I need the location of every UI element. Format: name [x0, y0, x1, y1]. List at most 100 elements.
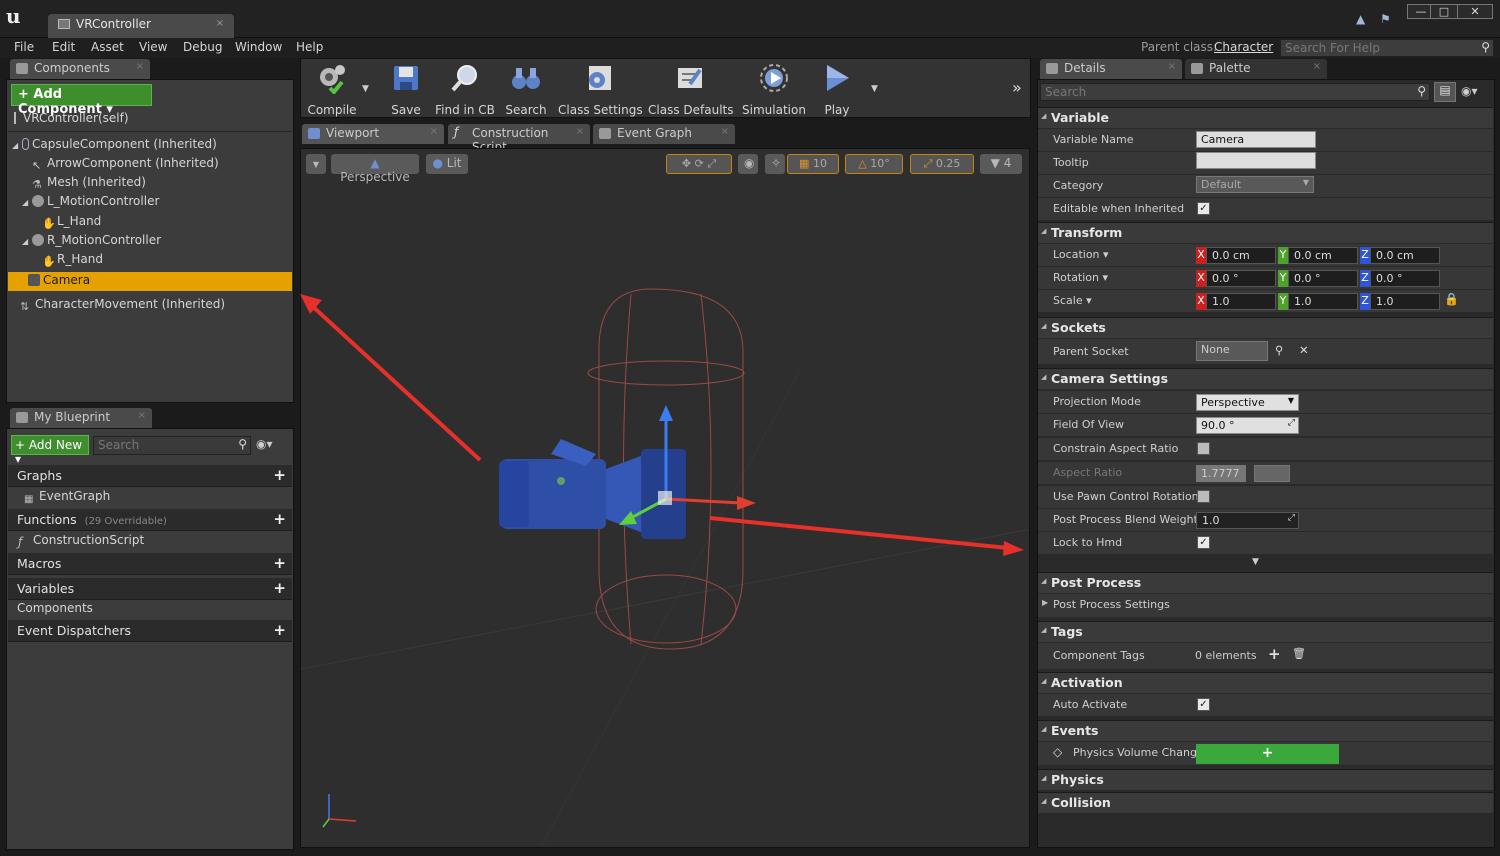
location-z-field[interactable]: 0.0 cm [1370, 247, 1440, 264]
add-variable-icon[interactable]: + [273, 579, 286, 597]
menu-asset[interactable]: Asset [91, 40, 124, 54]
location-y-field[interactable]: 0.0 cm [1288, 247, 1358, 264]
tree-item-self[interactable]: VRController(self) [8, 111, 292, 130]
tab-construction-script[interactable]: ƒ Construction Script × [448, 124, 590, 154]
prop-post-process-settings[interactable]: ▶ Post Process Settings [1038, 594, 1493, 618]
tree-item-mesh[interactable]: ⚗ Mesh (Inherited) [8, 175, 292, 194]
scale-x-field[interactable]: 1.0 [1206, 293, 1276, 310]
class-settings-button[interactable]: Class Settings [558, 60, 643, 117]
add-new-button[interactable]: + Add New ▾ [11, 435, 89, 466]
location-x-field[interactable]: 0.0 cm [1206, 247, 1276, 264]
item-event-graph[interactable]: ▦ EventGraph [8, 489, 292, 508]
parent-class-link[interactable]: Character [1214, 40, 1273, 54]
help-search-input[interactable]: Search For Help ⚲ [1280, 39, 1494, 57]
pawn-control-rotation-checkbox[interactable] [1197, 490, 1210, 503]
play-options-chevron-icon[interactable]: ▼ [871, 84, 878, 94]
menu-help[interactable]: Help [296, 40, 323, 54]
lock-icon[interactable]: 🔒 [1444, 292, 1459, 306]
close-tab-icon[interactable]: × [216, 18, 224, 29]
rotation-y-field[interactable]: 0.0 ° [1288, 270, 1358, 287]
menu-view[interactable]: View [139, 40, 167, 54]
category-activation[interactable]: Activation [1038, 672, 1493, 693]
add-event-button[interactable]: + [1196, 744, 1339, 764]
clear-socket-icon[interactable]: ✕ [1299, 343, 1309, 357]
scale-y-field[interactable]: 1.0 [1288, 293, 1358, 310]
constrain-aspect-checkbox[interactable] [1197, 442, 1210, 455]
auto-activate-checkbox[interactable]: ✓ [1197, 698, 1210, 711]
tree-item-l-hand[interactable]: ✋L_Hand [8, 214, 292, 233]
blend-weight-field[interactable]: 1.0 ⤢ [1196, 512, 1299, 529]
details-search-input[interactable]: Search ⚲ [1040, 83, 1430, 101]
scale-dropdown[interactable]: Scale ▾ [1053, 294, 1092, 307]
category-sockets[interactable]: Sockets [1038, 317, 1493, 338]
scale-z-field[interactable]: 1.0 [1370, 293, 1440, 310]
fov-slider-field[interactable]: 90.0 ° ⤢ [1196, 417, 1299, 434]
tab-palette[interactable]: Palette × [1185, 59, 1327, 79]
close-tab-icon[interactable]: × [721, 126, 729, 137]
menu-debug[interactable]: Debug [183, 40, 222, 54]
tree-item-l-motion-controller[interactable]: ◢ L_MotionController [8, 194, 292, 213]
notification-icon[interactable]: ⚑ [1380, 12, 1396, 26]
section-event-dispatchers[interactable]: Event Dispatchers + [8, 620, 292, 642]
category-camera-settings[interactable]: Camera Settings [1038, 368, 1493, 389]
add-function-icon[interactable]: + [273, 510, 286, 528]
advanced-expand-icon[interactable]: ▼ [1252, 557, 1259, 567]
close-tab-icon[interactable]: × [1313, 61, 1321, 72]
tree-item-r-hand[interactable]: ✋R_Hand [8, 252, 292, 271]
add-component-button[interactable]: + Add Component ▾ [11, 84, 152, 117]
rotation-z-field[interactable]: 0.0 ° [1370, 270, 1440, 287]
property-matrix-icon[interactable]: ▤ [1434, 82, 1456, 102]
document-tab[interactable]: VRController × [48, 14, 234, 39]
chat-icon[interactable]: ▲ [1356, 12, 1372, 26]
section-graphs[interactable]: Graphs + [8, 465, 292, 487]
editable-inherited-checkbox[interactable]: ✓ [1197, 202, 1210, 215]
section-macros[interactable]: Macros + [8, 553, 292, 575]
close-tab-icon[interactable]: × [138, 410, 146, 421]
tree-item-capsule[interactable]: ◢ CapsuleComponent (Inherited) [8, 137, 292, 156]
category-dropdown[interactable]: Default ▼ [1196, 176, 1314, 193]
close-tab-icon[interactable]: × [430, 126, 438, 137]
tree-item-camera-selected[interactable]: Camera [8, 272, 292, 291]
find-in-cb-button[interactable]: Find in CB [435, 60, 495, 117]
maximize-button[interactable]: □ [1430, 4, 1458, 19]
save-button[interactable]: Save [383, 60, 429, 117]
section-functions[interactable]: Functions (29 Overridable) + [8, 509, 292, 531]
projection-mode-dropdown[interactable]: Perspective ▼ [1196, 394, 1299, 411]
browse-socket-icon[interactable]: ⚲ [1275, 343, 1283, 357]
close-window-button[interactable]: ✕ [1457, 4, 1493, 19]
view-options-icon[interactable]: ◉▾ [1461, 84, 1478, 98]
blueprint-search-input[interactable]: Search ⚲ [93, 436, 251, 455]
category-events[interactable]: Events [1038, 720, 1493, 741]
menu-file[interactable]: File [14, 40, 34, 54]
class-defaults-button[interactable]: Class Defaults [648, 60, 733, 117]
category-tags[interactable]: Tags [1038, 621, 1493, 642]
viewport[interactable]: ▼ ▲ Perspective ● Lit ✥ ⟳ ⤢ ◉ ✧ ▦ 10 △ 1… [300, 148, 1030, 848]
parent-socket-field[interactable]: None [1196, 341, 1268, 361]
compile-options-chevron-icon[interactable]: ▼ [362, 84, 369, 94]
tab-event-graph[interactable]: Event Graph × [593, 124, 735, 144]
variable-name-field[interactable]: Camera [1196, 131, 1316, 148]
tree-item-r-motion-controller[interactable]: ◢ R_MotionController [8, 233, 292, 252]
simulation-button[interactable]: Simulation [742, 60, 806, 117]
trash-icon[interactable]: 🗑 [1292, 647, 1306, 660]
lock-to-hmd-checkbox[interactable]: ✓ [1197, 536, 1210, 549]
search-button[interactable]: Search [502, 60, 550, 117]
tree-item-arrow[interactable]: ↖ ArrowComponent (Inherited) [8, 156, 292, 175]
item-construction-script[interactable]: ƒ ConstructionScript [8, 533, 292, 552]
category-collision[interactable]: Collision [1038, 792, 1493, 813]
section-variables[interactable]: Variables + [8, 578, 292, 600]
close-tab-icon[interactable]: × [576, 126, 584, 137]
add-tag-icon[interactable]: + [1268, 645, 1281, 663]
add-dispatcher-icon[interactable]: + [273, 621, 286, 639]
tree-item-character-movement[interactable]: ⇅ CharacterMovement (Inherited) [8, 297, 292, 316]
add-graph-icon[interactable]: + [273, 466, 286, 484]
tab-viewport[interactable]: Viewport × [302, 124, 444, 144]
location-dropdown[interactable]: Location ▾ [1053, 248, 1109, 261]
category-variable[interactable]: Variable [1038, 107, 1493, 128]
close-tab-icon[interactable]: × [1168, 61, 1176, 72]
category-post-process[interactable]: Post Process [1038, 572, 1493, 593]
compile-button[interactable]: Compile [302, 60, 362, 117]
view-options-icon[interactable]: ◉▾ [256, 437, 273, 451]
rotation-x-field[interactable]: 0.0 ° [1206, 270, 1276, 287]
category-physics[interactable]: Physics [1038, 769, 1493, 790]
